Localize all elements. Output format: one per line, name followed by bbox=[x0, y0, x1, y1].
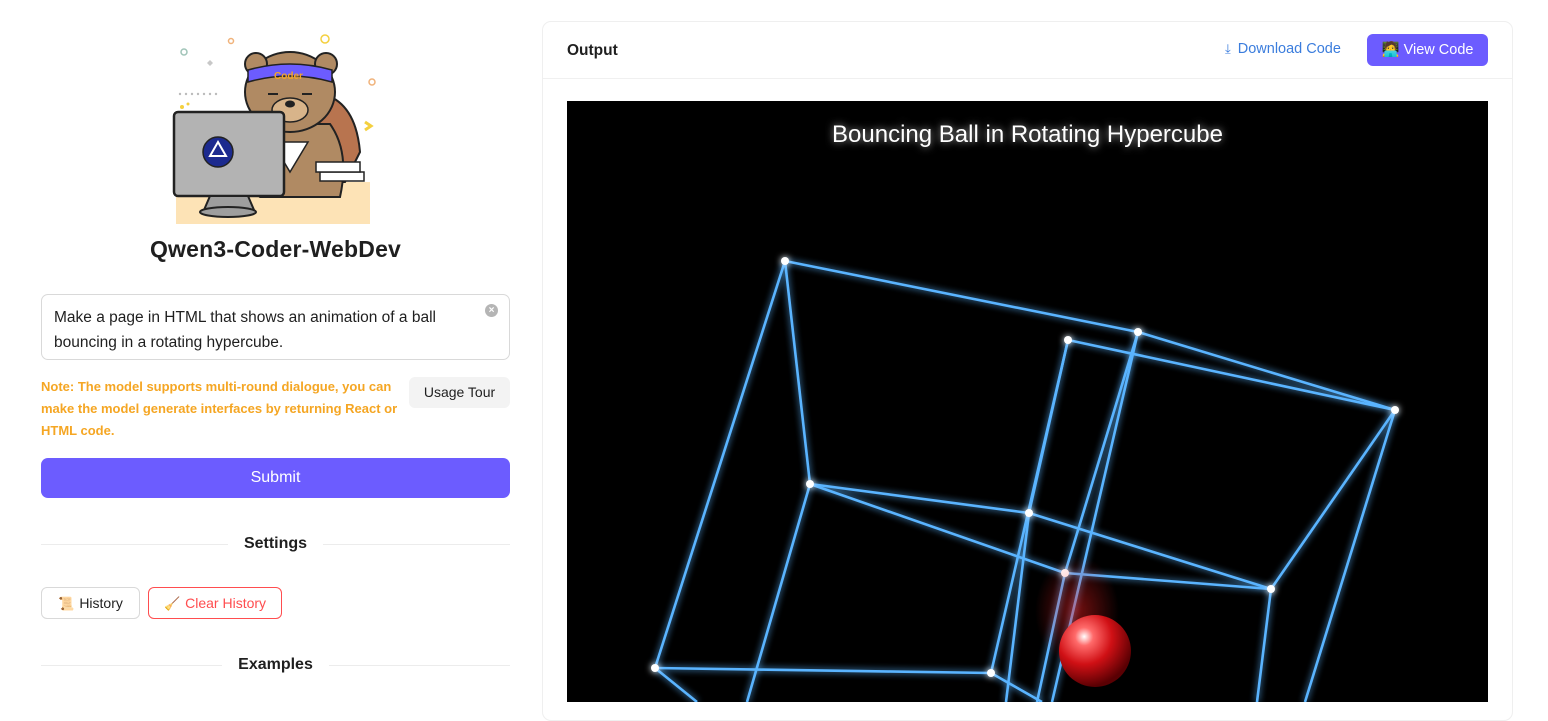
output-header: Output ⤓ Download Code 🧑‍💻 View Code bbox=[543, 22, 1512, 79]
headband-text: Coder bbox=[274, 71, 303, 82]
close-circle-icon[interactable]: × bbox=[485, 304, 498, 317]
view-code-button[interactable]: 🧑‍💻 View Code bbox=[1367, 34, 1488, 66]
settings-divider: Settings bbox=[41, 534, 510, 554]
download-code-label: Download Code bbox=[1237, 41, 1341, 57]
hypercube-edges bbox=[653, 259, 1397, 702]
download-icon: ⤓ bbox=[1225, 41, 1231, 56]
user-code-icon: 🧑‍💻 bbox=[1381, 42, 1404, 58]
canvas-title: Bouncing Ball in Rotating Hypercube bbox=[832, 121, 1223, 148]
scroll-icon: 📜 bbox=[58, 596, 75, 611]
output-title: Output bbox=[567, 42, 618, 59]
settings-heading: Settings bbox=[243, 535, 308, 552]
submit-button[interactable]: Submit bbox=[41, 458, 510, 498]
app-title: Qwen3-Coder-WebDev bbox=[149, 236, 402, 262]
examples-divider: Examples bbox=[41, 655, 510, 675]
hypercube-scene bbox=[651, 257, 1399, 702]
clear-history-label: Clear History bbox=[185, 595, 267, 611]
examples-heading: Examples bbox=[238, 656, 313, 673]
bear-coder-logo: Coder bbox=[172, 34, 376, 224]
red-ball bbox=[1059, 615, 1131, 687]
hypercube-vertices bbox=[651, 257, 1399, 677]
preview-canvas[interactable]: Bouncing Ball in Rotating Hypercube bbox=[567, 101, 1488, 702]
history-label: History bbox=[79, 595, 123, 611]
history-button[interactable]: 📜 History bbox=[41, 587, 140, 619]
usage-tour-button[interactable]: Usage Tour bbox=[409, 377, 510, 408]
broom-icon: 🧹 bbox=[163, 596, 181, 611]
prompt-input[interactable]: Make a page in HTML that shows an animat… bbox=[41, 294, 510, 360]
note-text: Note: The model supports multi-round dia… bbox=[41, 379, 398, 438]
clear-history-button[interactable]: 🧹 Clear History bbox=[148, 587, 282, 619]
view-code-label: View Code bbox=[1403, 42, 1474, 58]
prompt-text: Make a page in HTML that shows an animat… bbox=[54, 309, 436, 351]
download-code-link[interactable]: ⤓ Download Code bbox=[1225, 41, 1341, 57]
